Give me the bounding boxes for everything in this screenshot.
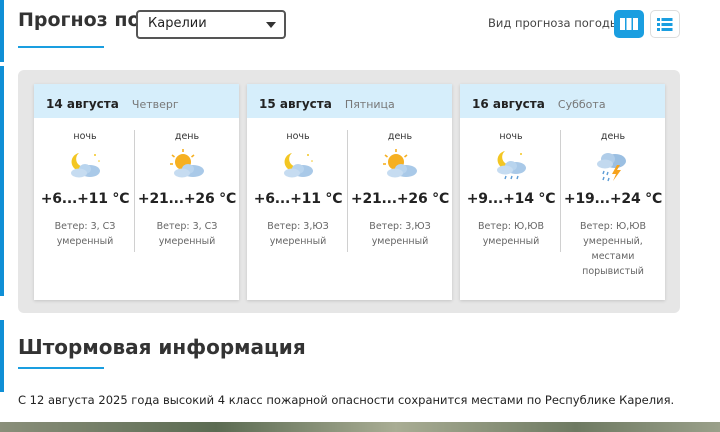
background-image-strip bbox=[0, 422, 720, 432]
temperature: +21...+26 °C bbox=[137, 191, 237, 207]
moon-cloud-rain-icon bbox=[497, 151, 526, 180]
temperature: +6...+11 °C bbox=[253, 191, 343, 207]
day-column: день +21...+26 °C Ветер: 3, СЗ умеренный bbox=[136, 118, 238, 249]
wind-info: Ветер: 3, СЗ умеренный bbox=[136, 219, 238, 249]
storm-section-title: Штормовая информация bbox=[18, 335, 306, 359]
card-date: 16 августа bbox=[472, 97, 545, 111]
wind-info: Ветер: 3,ЮЗ умеренный bbox=[247, 219, 349, 249]
thunderstorm-icon bbox=[597, 153, 626, 182]
wind-text: Ветер: 3, СЗ bbox=[54, 221, 116, 232]
period-label: ночь bbox=[499, 131, 523, 142]
wind-info: Ветер: 3, СЗ умеренный bbox=[34, 219, 136, 249]
night-column: ночь +9...+14 °C Ветер: Ю,ЮВ умеренный bbox=[460, 118, 562, 249]
night-column: ночь +6...+11 °C Ветер: 3,ЮЗ умеренный bbox=[247, 118, 349, 249]
wind-text: умеренный bbox=[482, 236, 540, 247]
night-column: ночь +6...+11 °C Ветер: 3, СЗ умеренный bbox=[34, 118, 136, 249]
left-accent-bar bbox=[0, 66, 4, 296]
card-date: 14 августа bbox=[46, 97, 119, 111]
sun-cloud-icon bbox=[170, 149, 204, 178]
column-divider bbox=[347, 130, 348, 252]
storm-info-text: С 12 августа 2025 года высокий 4 класс п… bbox=[18, 393, 675, 407]
wind-info: Ветер: Ю,ЮВ умеренный, местами порывисты… bbox=[562, 219, 664, 279]
chevron-down-icon bbox=[266, 22, 276, 28]
day-column: день +21...+26 °C Ветер: 3,ЮЗ умеренный bbox=[349, 118, 451, 249]
wind-text: Ветер: Ю,ЮВ bbox=[477, 221, 545, 232]
list-view-button[interactable] bbox=[650, 10, 680, 38]
page-title: Прогноз по bbox=[18, 9, 141, 31]
wind-text: умеренный bbox=[269, 236, 327, 247]
column-divider bbox=[560, 130, 561, 252]
card-header: 15 августа Пятница bbox=[247, 84, 452, 118]
period-label: ночь bbox=[286, 131, 310, 142]
list-view-icon bbox=[657, 17, 673, 31]
card-header: 14 августа Четверг bbox=[34, 84, 239, 118]
wind-text: умеренный bbox=[158, 236, 216, 247]
wind-text: умеренный, bbox=[583, 236, 643, 247]
period-label: день bbox=[174, 131, 200, 142]
moon-cloud-icon bbox=[284, 153, 313, 178]
temperature: +19...+24 °C bbox=[563, 191, 663, 207]
card-weekday: Суббота bbox=[557, 98, 606, 111]
cards-view-icon bbox=[620, 18, 638, 30]
region-select[interactable]: Карелии bbox=[136, 10, 286, 39]
wind-text: Ветер: Ю,ЮВ bbox=[579, 221, 647, 232]
column-divider bbox=[134, 130, 135, 252]
wind-text: Ветер: 3, СЗ bbox=[156, 221, 218, 232]
sun-cloud-icon bbox=[383, 149, 417, 178]
temperature: +21...+26 °C bbox=[350, 191, 450, 207]
wind-text: умеренный bbox=[371, 236, 429, 247]
period-label: день bbox=[600, 131, 626, 142]
left-accent-bar bbox=[0, 320, 4, 392]
card-date: 15 августа bbox=[259, 97, 332, 111]
wind-info: Ветер: Ю,ЮВ умеренный bbox=[460, 219, 562, 249]
wind-text: Ветер: 3,ЮЗ bbox=[369, 221, 431, 232]
card-header: 16 августа Суббота bbox=[460, 84, 665, 118]
period-label: ночь bbox=[73, 131, 97, 142]
title-underline bbox=[18, 46, 104, 48]
card-weekday: Четверг bbox=[131, 98, 179, 111]
title-underline bbox=[18, 367, 104, 369]
card-weekday: Пятница bbox=[344, 98, 395, 111]
day-column: день +19...+24 °C Ветер: Ю,ЮВ умеренный,… bbox=[562, 118, 664, 279]
forecast-card: 16 августа Суббота ночь +9...+14 °C Вете… bbox=[460, 84, 665, 300]
wind-text: умеренный bbox=[56, 236, 114, 247]
temperature: +6...+11 °C bbox=[40, 191, 130, 207]
forecast-card: 15 августа Пятница ночь +6...+11 °C Вете… bbox=[247, 84, 452, 300]
wind-text: порывистый bbox=[582, 266, 644, 277]
wind-text: местами bbox=[591, 251, 635, 262]
cards-view-button[interactable] bbox=[614, 10, 644, 38]
moon-cloud-icon bbox=[71, 153, 100, 178]
temperature: +9...+14 °C bbox=[466, 191, 556, 207]
region-select-value: Карелии bbox=[148, 16, 207, 31]
left-accent-bar bbox=[0, 0, 4, 62]
forecast-card: 14 августа Четверг ночь +6...+11 °C Вете… bbox=[34, 84, 239, 300]
view-label: Вид прогноза погоды: bbox=[488, 16, 623, 30]
period-label: день bbox=[387, 131, 413, 142]
wind-info: Ветер: 3,ЮЗ умеренный bbox=[349, 219, 451, 249]
wind-text: Ветер: 3,ЮЗ bbox=[267, 221, 329, 232]
